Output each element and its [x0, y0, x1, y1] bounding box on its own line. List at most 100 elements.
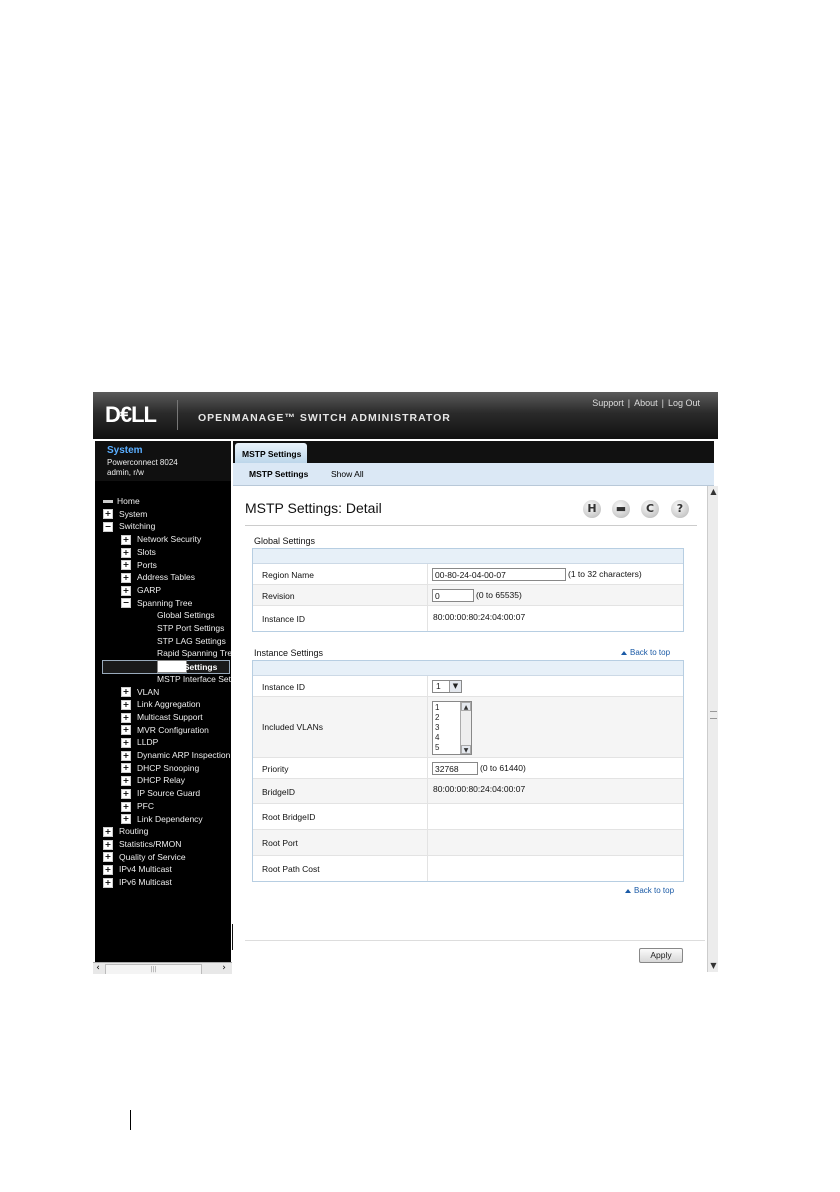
tree-item-stp-lag-settings[interactable]: STP LAG Settings — [157, 635, 226, 647]
priority-input[interactable] — [432, 762, 478, 775]
vlan-option[interactable]: 1 — [435, 704, 439, 712]
tree-item-system[interactable]: + System — [103, 508, 147, 520]
vlan-option[interactable]: 5 — [435, 744, 439, 752]
tree-item-spanning-tree[interactable]: − Spanning Tree — [121, 597, 192, 609]
vlan-option[interactable]: 2 — [435, 714, 439, 722]
expand-icon[interactable]: + — [103, 865, 113, 876]
tab-mstp-settings[interactable]: MSTP Settings — [235, 443, 307, 463]
chevron-down-icon[interactable]: ▼ — [708, 960, 718, 971]
tree-item-ip-source-guard[interactable]: + IP Source Guard — [121, 787, 200, 799]
tree-item-statistics-rmon[interactable]: + Statistics/RMON — [103, 838, 181, 850]
support-link[interactable]: Support — [592, 398, 624, 408]
expand-icon[interactable]: + — [121, 560, 131, 571]
tree-item-home[interactable]: Home — [103, 495, 140, 507]
expand-icon[interactable]: + — [121, 801, 131, 812]
tree-item-ports[interactable]: + Ports — [121, 559, 157, 571]
subtab-show-all[interactable]: Show All — [331, 469, 364, 479]
chevron-down-icon[interactable]: ▼ — [449, 681, 461, 692]
content-area: MSTP Settings: Detail H ▬ C ? Global Set… — [233, 486, 707, 970]
logout-link[interactable]: Log Out — [668, 398, 700, 408]
expand-icon[interactable]: + — [103, 509, 113, 520]
scroll-right-icon[interactable]: › — [219, 963, 229, 974]
expand-icon[interactable]: + — [103, 826, 113, 837]
expand-icon[interactable]: + — [121, 547, 131, 558]
expand-icon[interactable]: + — [121, 738, 131, 749]
tree-item-quality-of-service[interactable]: + Quality of Service — [103, 851, 186, 863]
tree-item-routing[interactable]: + Routing — [103, 825, 148, 837]
content-vertical-scrollbar[interactable]: ▲ ▼ — [707, 486, 718, 972]
vlan-list-scrollbar[interactable]: ▲ ▼ — [460, 702, 471, 754]
tree-item-network-security[interactable]: + Network Security — [121, 533, 201, 545]
region-name-hint: (1 to 32 characters) — [568, 569, 642, 579]
tree-item-label: Routing — [119, 826, 149, 837]
tree-item-rapid-spanning-tre[interactable]: Rapid Spanning Tre — [157, 647, 231, 659]
scroll-left-icon[interactable]: ‹ — [93, 963, 103, 974]
tree-item-dynamic-arp-inspection[interactable]: + Dynamic ARP Inspection — [121, 749, 230, 761]
tree-item-global-settings[interactable]: Global Settings — [157, 609, 215, 621]
scroll-thumb[interactable]: ||| — [105, 964, 202, 974]
revision-input[interactable] — [432, 589, 474, 602]
expand-icon[interactable]: + — [103, 852, 113, 863]
expand-icon[interactable]: + — [121, 572, 131, 583]
expand-icon[interactable]: + — [121, 788, 131, 799]
back-to-top-link[interactable]: Back to top — [625, 886, 674, 895]
tree-item-link-dependency[interactable]: + Link Dependency — [121, 813, 203, 825]
tree-item-label: MSTP Settings — [158, 662, 218, 673]
expand-icon[interactable]: + — [121, 712, 131, 723]
about-link[interactable]: About — [634, 398, 658, 408]
collapse-icon[interactable]: − — [121, 598, 131, 609]
included-vlans-listbox[interactable]: 1 2 3 4 5 ▲ ▼ — [432, 701, 472, 755]
help-icon[interactable]: ? — [671, 500, 689, 518]
chevron-up-icon[interactable]: ▲ — [708, 486, 718, 497]
tree-item-link-aggregation[interactable]: + Link Aggregation — [121, 698, 200, 710]
apply-button[interactable]: Apply — [639, 948, 683, 963]
expand-icon[interactable]: + — [121, 814, 131, 825]
expand-icon[interactable]: + — [121, 776, 131, 787]
screenshot-window: D€LL OPENMANAGE™ SWITCH ADMINISTRATOR Su… — [93, 392, 718, 974]
expand-icon[interactable]: + — [121, 687, 131, 698]
expand-icon[interactable]: + — [121, 585, 131, 596]
tree-item-stp-port-settings[interactable]: STP Port Settings — [157, 622, 224, 634]
expand-icon[interactable]: + — [121, 763, 131, 774]
root-port-label: Root Port — [262, 838, 298, 848]
tree-item-multicast-support[interactable]: + Multicast Support — [121, 711, 203, 723]
chevron-up-icon[interactable]: ▲ — [461, 702, 471, 711]
tree-item-mstp-interface-sett[interactable]: MSTP Interface Sett — [157, 673, 231, 685]
tree-item-label: Slots — [137, 546, 156, 557]
tree-item-ipv4-multicast[interactable]: + IPv4 Multicast — [103, 863, 172, 876]
refresh-icon[interactable]: C — [641, 500, 659, 518]
tree-item-garp[interactable]: + GARP — [121, 584, 161, 596]
tree-item-ipv6-multicast[interactable]: + IPv6 Multicast — [103, 876, 172, 888]
expand-icon[interactable]: + — [121, 699, 131, 710]
chevron-down-icon[interactable]: ▼ — [461, 745, 471, 754]
back-to-top-link[interactable]: Back to top — [621, 648, 670, 657]
collapse-icon[interactable]: − — [103, 522, 113, 533]
tree-item-mvr-configuration[interactable]: + MVR Configuration — [121, 724, 209, 736]
expand-icon[interactable]: + — [103, 839, 113, 850]
expand-icon[interactable]: + — [103, 877, 113, 888]
tree-item-dhcp-relay[interactable]: + DHCP Relay — [121, 774, 185, 787]
tree-item-vlan[interactable]: + VLAN — [121, 686, 159, 698]
expand-icon[interactable]: + — [121, 725, 131, 736]
tree-item-slots[interactable]: + Slots — [121, 546, 156, 558]
instance-id-select[interactable]: 1 ▼ — [432, 680, 462, 693]
tree-item-dhcp-snooping[interactable]: + DHCP Snooping — [121, 762, 199, 774]
expand-icon[interactable]: + — [121, 534, 131, 545]
save-icon[interactable]: H — [583, 500, 601, 518]
tree-item-switching[interactable]: − Switching — [103, 520, 155, 533]
vlan-option[interactable]: 4 — [435, 734, 439, 742]
tree-item-mstp-settings[interactable]: MSTP Settings — [157, 660, 217, 674]
system-title[interactable]: System — [107, 445, 143, 456]
vlan-option[interactable]: 3 — [435, 724, 439, 732]
instance-id-row: Instance ID 80:00:00:80:24:04:00:07 — [253, 606, 683, 631]
region-name-input[interactable] — [432, 568, 566, 581]
tree-item-pfc[interactable]: + PFC — [121, 800, 154, 812]
expand-icon[interactable]: + — [121, 750, 131, 761]
scroll-grip[interactable] — [710, 711, 717, 719]
subtab-mstp-settings[interactable]: MSTP Settings — [249, 469, 308, 479]
tree-item-address-tables[interactable]: + Address Tables — [121, 571, 195, 583]
priority-label: Priority — [262, 764, 289, 774]
nav-horizontal-scrollbar[interactable]: ‹ ||| › — [93, 962, 232, 974]
tree-item-lldp[interactable]: + LLDP — [121, 736, 158, 749]
print-icon[interactable]: ▬ — [612, 500, 630, 518]
